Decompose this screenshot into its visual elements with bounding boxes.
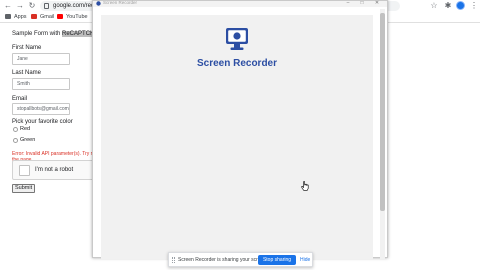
- recaptcha-widget: I'm not a robot: [12, 160, 98, 180]
- extensions-icon[interactable]: ✱: [443, 1, 453, 11]
- recaptcha-checkbox[interactable]: [19, 165, 30, 176]
- monitor-record-icon: [226, 28, 248, 50]
- url-text: google.com/reca: [53, 3, 98, 9]
- last-name-input[interactable]: Smith: [12, 78, 70, 90]
- window-title: Screen Recorder: [103, 0, 138, 5]
- first-name-label: First Name: [12, 45, 42, 51]
- radio-green[interactable]: [13, 138, 18, 143]
- scrollbar[interactable]: [380, 9, 385, 259]
- recorder-title: Screen Recorder: [196, 58, 278, 69]
- maximize-icon[interactable]: □: [358, 0, 366, 6]
- sharing-message: Screen Recorder is sharing your screen.: [178, 257, 268, 263]
- app-icon: [96, 1, 101, 6]
- stop-sharing-button[interactable]: Stop sharing: [258, 255, 296, 265]
- form-heading: Sample Form with ReCAPTCHA: [12, 31, 99, 37]
- radio-green-label: Green: [20, 137, 36, 143]
- radio-red[interactable]: [13, 127, 18, 132]
- screen-sharing-bar: Screen Recorder is sharing your screen. …: [168, 252, 313, 267]
- email-label: Email: [12, 96, 28, 102]
- hand-cursor-icon: [301, 181, 309, 191]
- drag-handle-icon[interactable]: [172, 257, 175, 263]
- profile-avatar[interactable]: [456, 1, 465, 10]
- close-icon[interactable]: ✕: [373, 0, 381, 6]
- email-input[interactable]: stopallbots@gmail.com: [12, 103, 70, 115]
- star-icon[interactable]: ☆: [429, 1, 439, 11]
- radio-red-label: Red: [20, 126, 31, 132]
- menu-icon[interactable]: ⋮: [469, 1, 479, 11]
- apps-grid-icon: [5, 14, 11, 19]
- last-name-label: Last Name: [12, 70, 42, 76]
- window-titlebar[interactable]: Screen Recorder – □ ✕: [93, 0, 387, 7]
- bookmark-apps[interactable]: Apps: [5, 12, 27, 23]
- screen-recorder-window: Screen Recorder – □ ✕ Screen Recorder: [92, 0, 388, 259]
- forward-icon[interactable]: →: [15, 1, 25, 11]
- youtube-icon: [57, 14, 63, 19]
- submit-button[interactable]: Submit: [12, 184, 36, 193]
- recorder-panel: Screen Recorder: [101, 15, 373, 259]
- minimize-icon[interactable]: –: [344, 0, 352, 6]
- back-icon[interactable]: ←: [3, 1, 13, 11]
- lock-icon: [44, 3, 49, 9]
- bookmark-gmail[interactable]: Gmail: [31, 12, 54, 23]
- gmail-icon: [31, 14, 37, 19]
- bookmark-youtube[interactable]: YouTube: [57, 12, 88, 23]
- hide-button[interactable]: Hide: [300, 253, 310, 267]
- scrollbar-thumb[interactable]: [380, 13, 385, 211]
- reload-icon[interactable]: ↻: [27, 1, 37, 11]
- recaptcha-label: I'm not a robot: [35, 167, 74, 173]
- color-prompt: Pick your favorite color: [12, 119, 73, 125]
- first-name-input[interactable]: Jane: [12, 53, 70, 65]
